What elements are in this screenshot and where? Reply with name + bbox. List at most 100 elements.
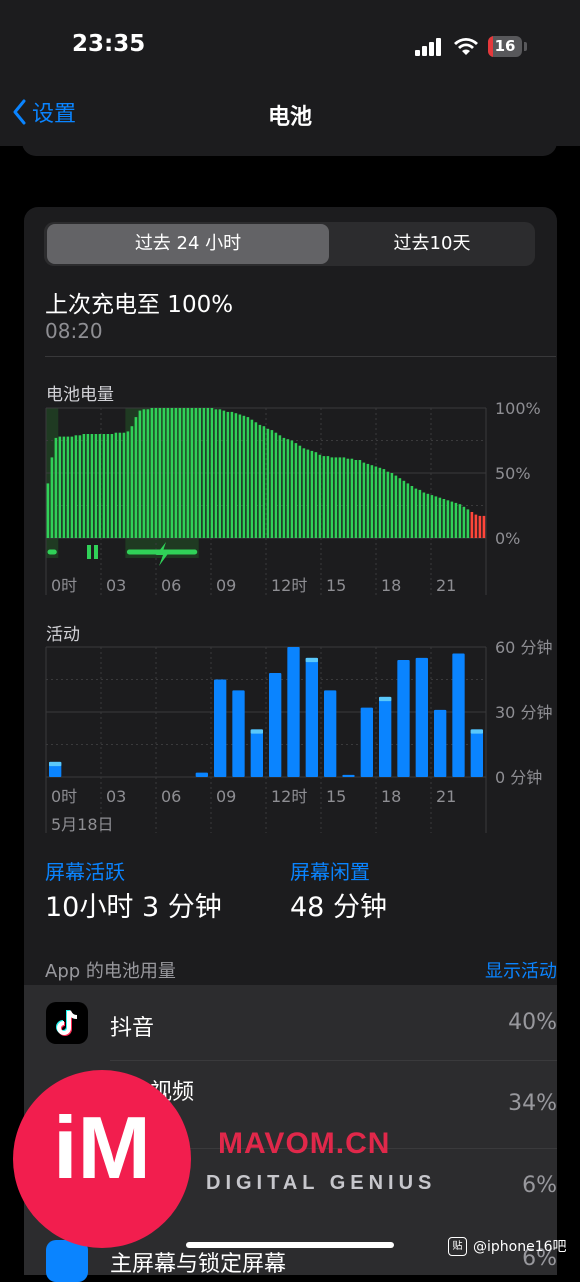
battery-bar (466, 509, 470, 538)
watermark-brand: MAVOM.CN (218, 1127, 391, 1160)
forum-watermark: 贴 @iphone16吧 (448, 1236, 567, 1256)
x-tick-label: 21 (436, 576, 456, 595)
battery-bar (338, 457, 342, 538)
battery-bar (126, 431, 130, 538)
battery-bar (154, 408, 158, 538)
battery-bar (418, 489, 422, 538)
battery-bar (282, 437, 286, 538)
battery-bar (382, 469, 386, 538)
activity-idle-segment (470, 729, 483, 734)
battery-bar (278, 435, 282, 538)
battery-bar (246, 417, 250, 538)
x-tick-label: 0时 (51, 787, 77, 806)
battery-bar (238, 414, 242, 538)
battery-bar (134, 417, 138, 538)
battery-bar (366, 463, 370, 538)
battery-bar (194, 408, 198, 538)
screen-active-label: 屏幕活跃 (45, 860, 125, 884)
battery-bar (362, 462, 366, 538)
activity-idle-segment (305, 657, 318, 663)
row-divider (110, 1060, 557, 1061)
battery-bar (86, 434, 90, 538)
watermark-logo-text: iM (53, 1098, 151, 1197)
activity-bar (287, 647, 300, 777)
activity-bar (195, 772, 208, 777)
activity-bar (379, 696, 392, 777)
battery-bar (446, 500, 450, 538)
x-tick-label: 06 (161, 576, 181, 595)
y-tick-label: 0% (495, 529, 520, 548)
activity-bar (452, 653, 465, 777)
battery-bar (462, 506, 466, 538)
battery-bar (310, 450, 314, 538)
battery-bar (262, 426, 266, 538)
battery-bar (290, 440, 294, 538)
battery-bar (450, 501, 454, 538)
x-tick-label: 18 (381, 576, 401, 595)
x-tick-label: 09 (216, 576, 236, 595)
y-tick-label: 50% (495, 464, 531, 483)
activity-bar (232, 690, 245, 777)
battery-bar (422, 492, 426, 538)
battery-bar (182, 408, 186, 538)
x-tick-label: 15 (326, 787, 346, 806)
battery-bar (58, 436, 62, 538)
battery-bar (402, 480, 406, 538)
home-indicator[interactable] (186, 1242, 394, 1248)
tiktok-app-icon (46, 1002, 88, 1044)
x-tick-label: 18 (381, 787, 401, 806)
battery-bar (394, 475, 398, 538)
activity-idle-segment (250, 729, 263, 734)
battery-bar (214, 409, 218, 538)
battery-bar (326, 456, 330, 538)
battery-bar (198, 408, 202, 538)
battery-bar (286, 439, 290, 538)
x-tick-label: 12时 (271, 576, 307, 595)
x-tick-label: 06 (161, 787, 181, 806)
battery-bar (270, 430, 274, 538)
battery-bar (354, 460, 358, 538)
battery-bar (430, 495, 434, 538)
battery-bar (298, 445, 302, 538)
y-tick-label: 30 分钟 (495, 703, 552, 722)
pause-icon (94, 545, 98, 559)
battery-bar (62, 436, 66, 538)
battery-bar (434, 496, 438, 538)
screen-idle-label: 屏幕闲置 (290, 860, 370, 884)
activity-idle-segment (379, 696, 392, 702)
battery-bar (406, 483, 410, 538)
battery-bar (66, 436, 70, 538)
x-tick-label: 03 (106, 576, 126, 595)
battery-bar (178, 408, 182, 538)
battery-bar (202, 408, 206, 538)
battery-bar (186, 408, 190, 538)
battery-bar (410, 486, 414, 538)
battery-bar (46, 483, 50, 538)
battery-bar (206, 408, 210, 538)
activity-bar (470, 729, 483, 777)
y-tick-label: 60 分钟 (495, 638, 552, 657)
battery-bar (142, 409, 146, 538)
battery-bar (166, 408, 170, 538)
show-activity-button[interactable]: 显示活动 (485, 957, 557, 983)
tieba-icon: 贴 (448, 1236, 467, 1256)
y-tick-label: 100% (495, 399, 541, 418)
battery-bar (390, 473, 394, 538)
battery-bar (146, 409, 150, 538)
battery-bar (222, 410, 226, 538)
battery-bar (50, 457, 54, 538)
battery-bar (342, 457, 346, 538)
forum-tag-text: @iphone16吧 (473, 1239, 567, 1255)
battery-bar (170, 408, 174, 538)
x-tick-label: 15 (326, 576, 346, 595)
app-percent: 6% (522, 1173, 557, 1198)
app-name: 主屏幕与锁定屏幕 (110, 1252, 287, 1277)
watermark-tagline: DIGITAL GENIUS (206, 1172, 437, 1194)
x-tick-label: 21 (436, 787, 456, 806)
battery-bar (478, 515, 482, 538)
battery-bar (258, 424, 262, 538)
battery-bar (54, 437, 58, 538)
battery-bar (78, 435, 82, 538)
battery-bar (190, 408, 194, 538)
battery-bar (474, 514, 478, 538)
